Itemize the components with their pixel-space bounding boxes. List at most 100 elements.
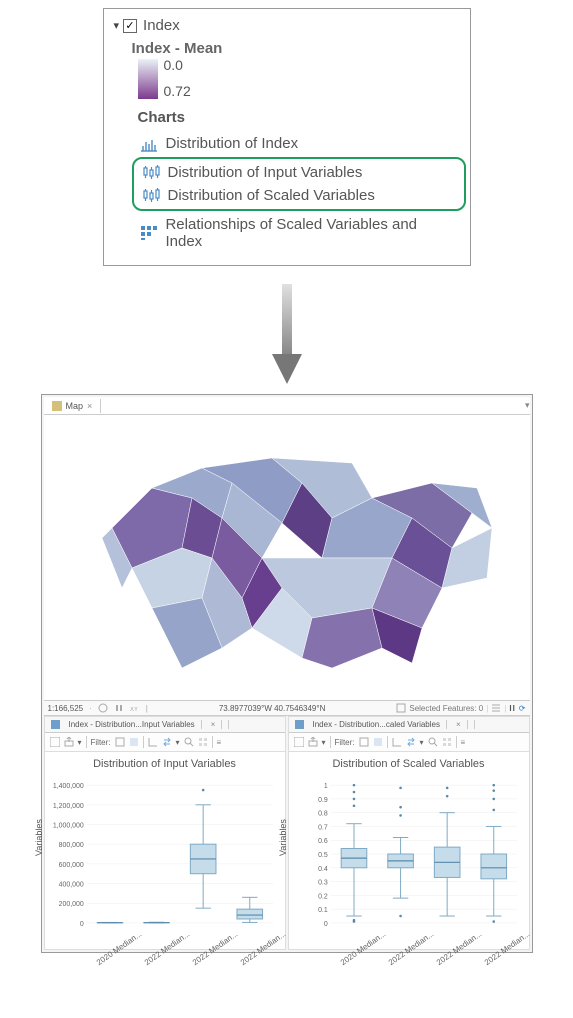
chart-title: Distribution of Scaled Variables xyxy=(289,752,529,772)
expand-triangle-icon[interactable]: ▾ xyxy=(114,19,120,32)
chart-tab-label: Index - Distribution...caled Variables xyxy=(307,720,447,729)
svg-text:1,200,000: 1,200,000 xyxy=(52,803,83,810)
svg-text:0.2: 0.2 xyxy=(318,893,328,900)
chart-icon xyxy=(295,720,304,729)
chart-item-label: Distribution of Input Variables xyxy=(168,164,363,181)
legend-values: 0.0 0.72 xyxy=(164,59,460,99)
legend-gradient xyxy=(138,59,158,99)
map-tab[interactable]: Map × xyxy=(44,399,102,413)
boxplot-chart: 00.10.20.30.40.50.60.70.80.91 xyxy=(295,776,523,936)
coordinates-display: 73.8977039°W 40.7546349°N xyxy=(154,704,391,713)
chart-toolbar: ▾ Filter: ▾ ≡ xyxy=(289,733,529,752)
pause-icon[interactable] xyxy=(114,703,124,713)
choropleth-map xyxy=(72,428,502,688)
swap-icon[interactable] xyxy=(406,737,416,747)
menu-icon[interactable]: ≡ xyxy=(217,738,222,747)
scale-display[interactable]: 1:166,525 xyxy=(48,704,84,713)
close-icon[interactable]: × xyxy=(450,720,468,729)
chart-tab-bar: Index - Distribution...Input Variables × xyxy=(45,717,285,733)
chart-item-label: Distribution of Index xyxy=(166,135,299,152)
chart-pane-left: Index - Distribution...Input Variables ×… xyxy=(44,716,286,950)
chart-tab[interactable]: Index - Distribution...caled Variables × xyxy=(289,720,475,729)
chevron-down-icon[interactable]: ▾ xyxy=(525,400,530,411)
svg-text:0.3: 0.3 xyxy=(318,880,328,887)
y-axis-label: Variables xyxy=(34,819,44,856)
selection-icon[interactable] xyxy=(396,703,406,713)
extent-filter-icon[interactable] xyxy=(115,737,125,747)
boxplot-icon xyxy=(142,165,160,181)
scatter-matrix-icon xyxy=(140,225,158,241)
close-icon[interactable]: × xyxy=(87,401,92,411)
full-extent-icon[interactable] xyxy=(198,737,208,747)
layer-visibility-checkbox[interactable]: ✓ xyxy=(123,19,137,33)
selected-features: Selected Features: 0 xyxy=(409,704,483,713)
svg-text:0.4: 0.4 xyxy=(318,866,328,873)
chart-item-relationships[interactable]: Relationships of Scaled Variables and In… xyxy=(138,213,460,253)
app-window: Map × ▾ xyxy=(41,394,533,953)
chart-item-scaled-vars[interactable]: Distribution of Scaled Variables xyxy=(140,184,458,207)
chart-toolbar: ▾ Filter: ▾ ≡ xyxy=(45,733,285,752)
close-icon[interactable]: × xyxy=(205,720,223,729)
legend-min: 0.0 xyxy=(164,57,183,73)
svg-text:1: 1 xyxy=(323,783,327,790)
chart-pane-right: Index - Distribution...caled Variables ×… xyxy=(288,716,530,950)
extent-filter-icon[interactable] xyxy=(359,737,369,747)
chart-tab-bar: Index - Distribution...caled Variables × xyxy=(289,717,529,733)
chart-title: Distribution of Input Variables xyxy=(45,752,285,772)
x-axis-labels: 2020 Median...2022 Median...2022 Median.… xyxy=(51,938,279,947)
x-tick-label: 2022 Median... xyxy=(386,938,422,967)
legend-max: 0.72 xyxy=(164,83,191,99)
menu-icon[interactable]: ≡ xyxy=(461,738,466,747)
chart-item-histogram[interactable]: Distribution of Index xyxy=(138,132,460,155)
chart-icon xyxy=(51,720,60,729)
boxplot-icon xyxy=(142,188,160,204)
layer-name: Index xyxy=(143,17,180,34)
map-view[interactable] xyxy=(44,415,530,700)
rotate-icon[interactable] xyxy=(98,703,108,713)
table-icon[interactable] xyxy=(294,737,304,747)
svg-text:800,000: 800,000 xyxy=(58,842,83,849)
selection-filter-icon[interactable] xyxy=(373,737,383,747)
svg-text:0.7: 0.7 xyxy=(318,824,328,831)
plot-area: Variables 0200,000400,000600,000800,0001… xyxy=(45,772,285,949)
table-icon[interactable] xyxy=(50,737,60,747)
chart-panels: Index - Distribution...Input Variables ×… xyxy=(44,716,530,950)
zoom-icon[interactable] xyxy=(184,737,194,747)
svg-text:0.8: 0.8 xyxy=(318,811,328,818)
export-icon[interactable] xyxy=(64,737,74,747)
full-extent-icon[interactable] xyxy=(442,737,452,747)
filter-label: Filter: xyxy=(335,738,355,747)
x-tick-label: 2022 Median... xyxy=(190,938,226,967)
chart-item-label: Distribution of Scaled Variables xyxy=(168,187,375,204)
zoom-icon[interactable] xyxy=(428,737,438,747)
svg-text:200,000: 200,000 xyxy=(58,901,83,908)
svg-text:600,000: 600,000 xyxy=(58,862,83,869)
boxplot-chart: 0200,000400,000600,000800,0001,000,0001,… xyxy=(51,776,279,936)
charts-header: Charts xyxy=(138,109,460,126)
swap-icon[interactable] xyxy=(162,737,172,747)
pause-icon[interactable]: II xyxy=(509,704,515,713)
list-icon[interactable] xyxy=(491,703,501,713)
chart-tab[interactable]: Index - Distribution...Input Variables × xyxy=(45,720,230,729)
export-icon[interactable] xyxy=(308,737,318,747)
x-tick-label: 2020 Median... xyxy=(338,938,374,967)
selection-filter-icon[interactable] xyxy=(129,737,139,747)
svg-text:XY: XY xyxy=(130,707,138,713)
chart-item-input-vars[interactable]: Distribution of Input Variables xyxy=(140,161,458,184)
x-tick-label: 2022 Median... xyxy=(238,938,274,967)
status-bar: 1:166,525 · XY | 73.8977039°W 40.7546349… xyxy=(44,700,530,716)
arrow-connector xyxy=(0,284,573,384)
refresh-icon[interactable]: ⟳ xyxy=(519,704,526,713)
axis-icon[interactable] xyxy=(392,737,402,747)
x-axis-labels: 2020 Median...2022 Median...2022 Median.… xyxy=(295,938,523,947)
xy-icon[interactable]: XY xyxy=(130,703,140,713)
svg-text:0.1: 0.1 xyxy=(318,907,328,914)
axis-icon[interactable] xyxy=(148,737,158,747)
map-tab-label: Map xyxy=(66,401,84,411)
x-tick-label: 2022 Median... xyxy=(482,938,518,967)
svg-text:0.5: 0.5 xyxy=(318,852,328,859)
filter-label: Filter: xyxy=(91,738,111,747)
svg-text:0.6: 0.6 xyxy=(318,838,328,845)
layer-row[interactable]: ▾ ✓ Index xyxy=(114,17,460,34)
histogram-icon xyxy=(140,136,158,152)
